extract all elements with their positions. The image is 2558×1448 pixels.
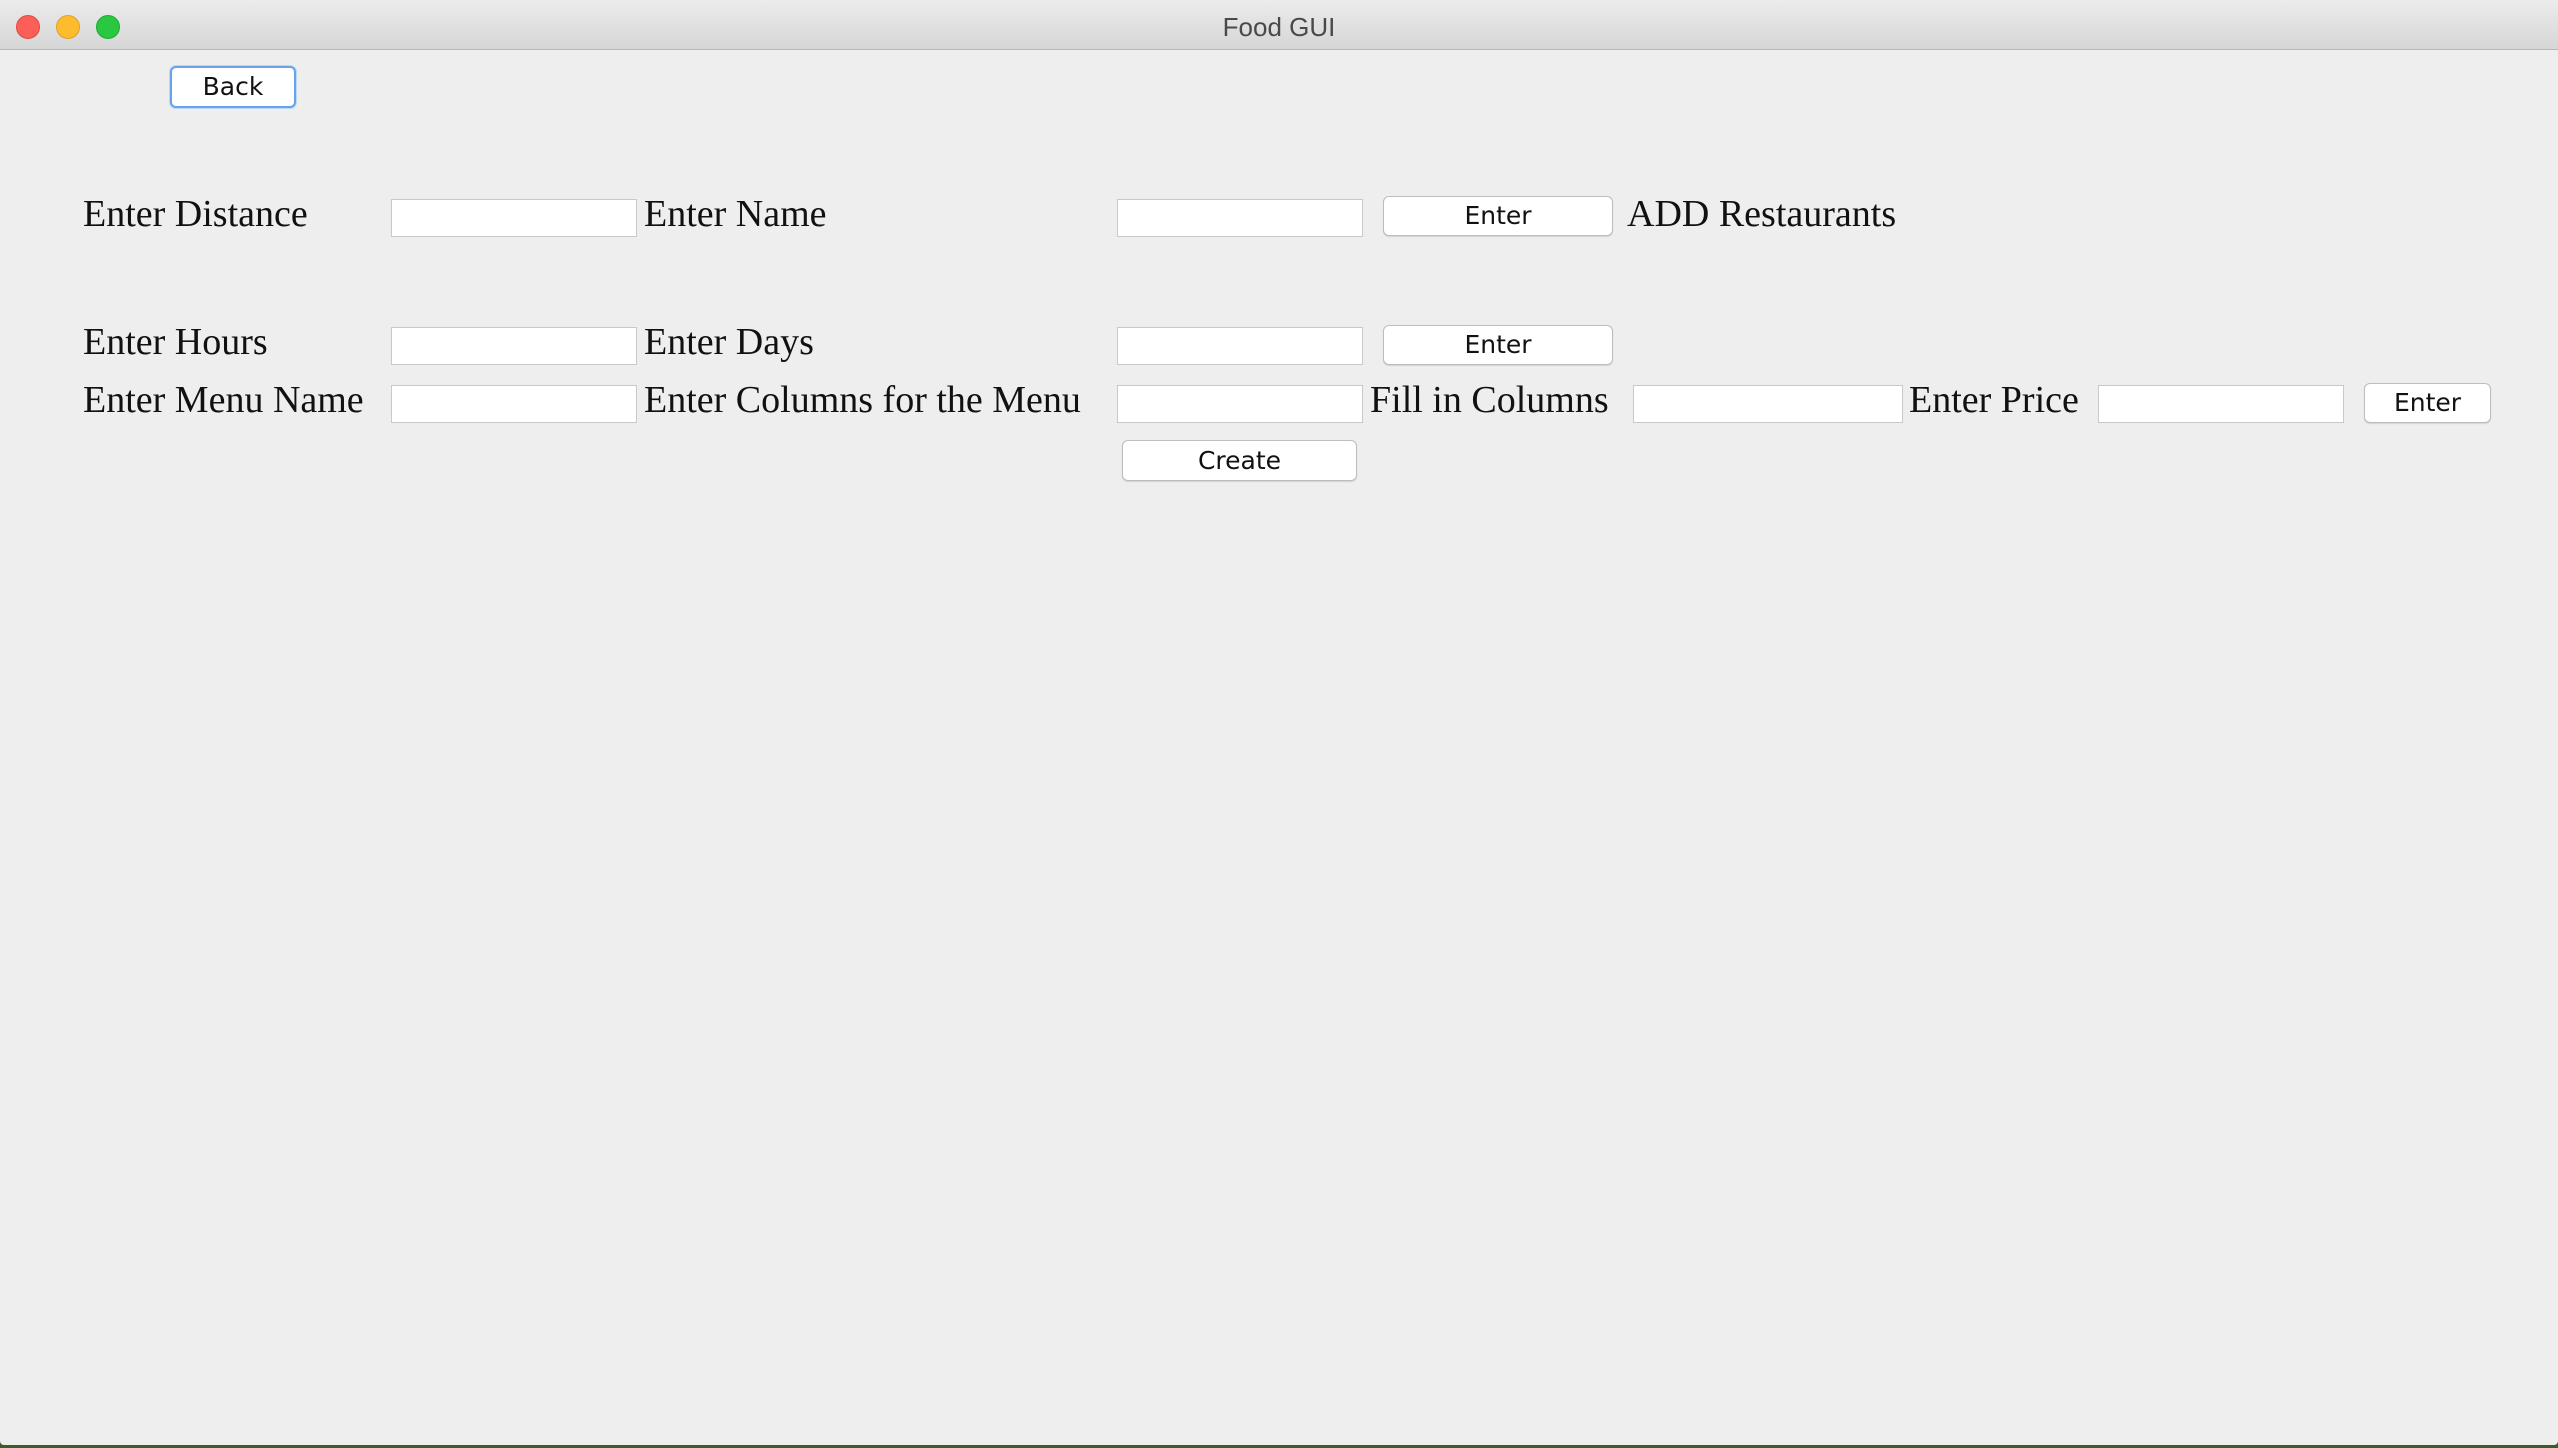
- enter-price-label: Enter Price: [1909, 379, 2079, 421]
- enter-days-label: Enter Days: [644, 321, 814, 363]
- back-button[interactable]: Back: [170, 66, 296, 108]
- hours-input[interactable]: [391, 327, 637, 365]
- create-button-label: Create: [1197, 446, 1282, 475]
- back-button-label: Back: [202, 72, 264, 101]
- window-title: Food GUI: [1222, 12, 1336, 42]
- fill-in-columns-label: Fill in Columns: [1370, 379, 1609, 421]
- enter-hours-button[interactable]: Enter: [1383, 325, 1613, 365]
- columns-input[interactable]: [1117, 385, 1363, 423]
- enter-columns-label: Enter Columns for the Menu: [644, 379, 1081, 421]
- title-bar: Food GUI: [0, 0, 2558, 50]
- name-input[interactable]: [1117, 199, 1363, 237]
- fill-columns-input[interactable]: [1633, 385, 1903, 423]
- add-restaurants-label: ADD Restaurants: [1627, 193, 1897, 235]
- price-input[interactable]: [2098, 385, 2344, 423]
- enter-hours-label: Enter Hours: [83, 321, 268, 363]
- enter-name-label: Enter Name: [644, 193, 827, 235]
- create-button[interactable]: Create: [1122, 440, 1357, 481]
- enter-restaurant-button-label: Enter: [1464, 201, 1532, 230]
- enter-restaurant-button[interactable]: Enter: [1383, 196, 1613, 236]
- distance-input[interactable]: [391, 199, 637, 237]
- enter-distance-label: Enter Distance: [83, 193, 308, 235]
- enter-hours-button-label: Enter: [1464, 330, 1532, 359]
- enter-menu-button[interactable]: Enter: [2364, 383, 2491, 423]
- enter-menu-name-label: Enter Menu Name: [83, 379, 364, 421]
- days-input[interactable]: [1117, 327, 1363, 365]
- menu-name-input[interactable]: [391, 385, 637, 423]
- enter-menu-button-label: Enter: [2393, 388, 2462, 417]
- app-window: Food GUI Back Enter Distance Enter Name …: [0, 0, 2558, 1445]
